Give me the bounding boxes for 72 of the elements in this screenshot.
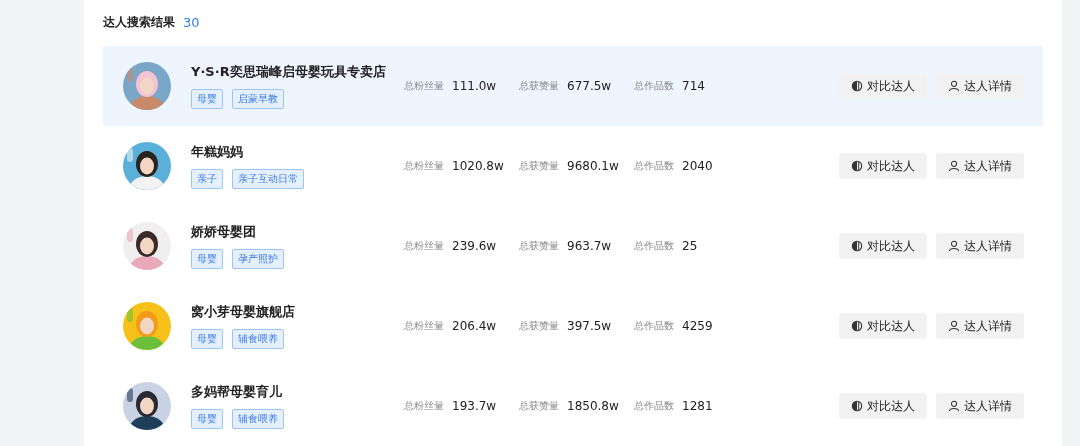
stat-label: 总作品数	[634, 399, 674, 413]
results-count: 30	[183, 14, 200, 30]
stat-value: 963.7w	[567, 239, 612, 253]
category-tag: 辅食喂养	[232, 409, 284, 429]
category-tag: 亲子互动日常	[232, 169, 304, 189]
user-icon	[948, 80, 960, 92]
stat-value: 193.7w	[452, 399, 497, 413]
creator-name: 多妈帮母婴育儿	[191, 383, 283, 401]
category-tag: 孕产照护	[232, 249, 284, 269]
stat-value: 111.0w	[452, 79, 497, 93]
stat-label: 总粉丝量	[404, 159, 444, 173]
stat-label: 总粉丝量	[404, 319, 444, 333]
stat-label: 总获赞量	[519, 79, 559, 93]
stat-value: 4259	[682, 319, 713, 333]
creator-row[interactable]: 窝小芽母婴旗舰店 母婴 辅食喂养 总粉丝量 206.4w 总获赞量 397.5w 总作品数 4259 对比达人 达人详情	[103, 286, 1043, 366]
creator-name: Y·S·R奕思瑞峰启母婴玩具专卖店	[191, 63, 387, 81]
creator-row[interactable]: Y·S·R奕思瑞峰启母婴玩具专卖店 母婴 启蒙早教 总粉丝量 111.0w 总获赞量 677.5w 总作品数 714 对比达人 达人详情	[103, 46, 1043, 126]
stat-label: 总获赞量	[519, 399, 559, 413]
creator-name: 年糕妈妈	[191, 143, 244, 161]
stat-label: 总作品数	[634, 79, 674, 93]
compare-icon	[851, 80, 863, 92]
results-title: 达人搜索结果	[103, 13, 175, 31]
stat-value: 206.4w	[452, 319, 497, 333]
category-tag: 母婴	[191, 89, 223, 109]
stat-label: 总粉丝量	[404, 79, 444, 93]
stat-value: 2040	[682, 159, 713, 173]
user-icon	[948, 320, 960, 332]
stat-label: 总作品数	[634, 239, 674, 253]
stat-value: 1850.8w	[567, 399, 619, 413]
compare-icon	[851, 240, 863, 252]
stat-value: 677.5w	[567, 79, 612, 93]
stat-label: 总粉丝量	[404, 399, 444, 413]
compare-icon	[851, 400, 863, 412]
category-tag: 母婴	[191, 249, 223, 269]
creator-row[interactable]: 娇娇母婴团 母婴 孕产照护 总粉丝量 239.6w 总获赞量 963.7w 总作品数 25 对比达人 达人详情	[103, 206, 1043, 286]
creator-row[interactable]: 多妈帮母婴育儿 母婴 辅食喂养 总粉丝量 193.7w 总获赞量 1850.8w 总作品数 1281 对比达人 达人详情	[103, 366, 1043, 446]
compare-icon	[851, 320, 863, 332]
creator-row[interactable]: 年糕妈妈 亲子 亲子互动日常 总粉丝量 1020.8w 总获赞量 9680.1w 总作品数 2040 对比达人 达人详情	[103, 126, 1043, 206]
stat-value: 1281	[682, 399, 713, 413]
stat-value: 9680.1w	[567, 159, 619, 173]
compare-button[interactable]: 对比达人	[839, 393, 927, 419]
user-icon	[948, 400, 960, 412]
stat-value: 714	[682, 79, 705, 93]
stat-value: 397.5w	[567, 319, 612, 333]
details-button[interactable]: 达人详情	[936, 233, 1024, 259]
category-tag: 辅食喂养	[232, 329, 284, 349]
category-tag: 亲子	[191, 169, 223, 189]
stat-label: 总获赞量	[519, 159, 559, 173]
compare-button[interactable]: 对比达人	[839, 313, 927, 339]
compare-button[interactable]: 对比达人	[839, 233, 927, 259]
compare-icon	[851, 160, 863, 172]
details-button[interactable]: 达人详情	[936, 393, 1024, 419]
stat-label: 总作品数	[634, 159, 674, 173]
stat-value: 1020.8w	[452, 159, 504, 173]
details-button[interactable]: 达人详情	[936, 73, 1024, 99]
stat-value: 239.6w	[452, 239, 497, 253]
category-tag: 母婴	[191, 329, 223, 349]
stat-value: 25	[682, 239, 698, 253]
creator-name: 娇娇母婴团	[191, 223, 257, 241]
category-tag: 母婴	[191, 409, 223, 429]
details-button[interactable]: 达人详情	[936, 153, 1024, 179]
user-icon	[948, 240, 960, 252]
stat-label: 总获赞量	[519, 319, 559, 333]
stat-label: 总粉丝量	[404, 239, 444, 253]
compare-button[interactable]: 对比达人	[839, 153, 927, 179]
creator-name: 窝小芽母婴旗舰店	[191, 303, 296, 321]
details-button[interactable]: 达人详情	[936, 313, 1024, 339]
stat-label: 总作品数	[634, 319, 674, 333]
user-icon	[948, 160, 960, 172]
compare-button[interactable]: 对比达人	[839, 73, 927, 99]
stat-label: 总获赞量	[519, 239, 559, 253]
category-tag: 启蒙早教	[232, 89, 284, 109]
